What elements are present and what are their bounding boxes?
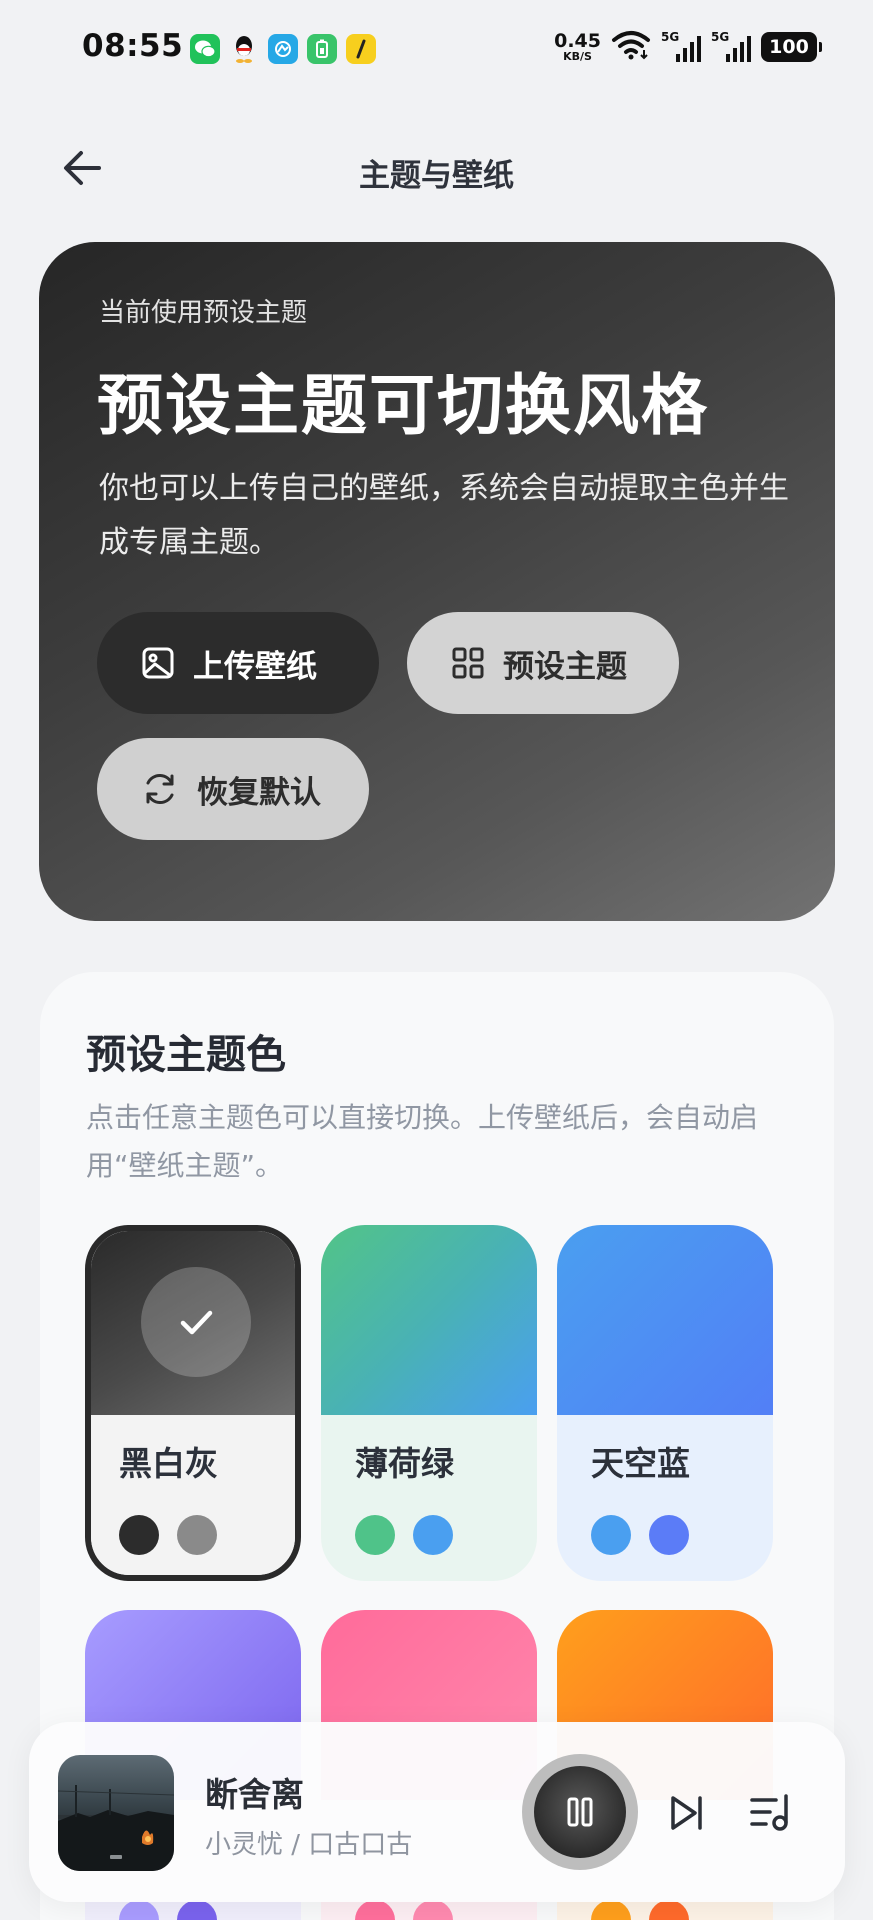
page-title: 主题与壁纸 (359, 158, 514, 194)
pause-icon (567, 1797, 593, 1827)
status-indicators: 0.45 KB/S 5G 5G 100 (554, 30, 822, 64)
theme-color-dot (355, 1515, 395, 1555)
theme-color-dot (413, 1515, 453, 1555)
theme-swatch-mint[interactable]: 薄荷绿 (321, 1225, 537, 1581)
theme-color-dot (119, 1515, 159, 1555)
theme-name: 薄荷绿 (355, 1444, 454, 1483)
green-app-icon (307, 34, 337, 64)
network-speed: 0.45 KB/S (554, 30, 601, 63)
yellow-app-icon (346, 34, 376, 64)
status-bar: 08:55 0.45 KB/S 5G 5G 100 (0, 0, 873, 98)
image-icon (142, 647, 174, 679)
restore-default-button[interactable]: 恢复默认 (97, 738, 369, 840)
theme-preview (557, 1225, 773, 1415)
refresh-icon (146, 773, 174, 805)
preset-theme-label: 预设主题 (503, 648, 627, 685)
network-speed-value: 0.45 (554, 30, 601, 52)
skip-next-icon (671, 1796, 702, 1830)
panel-description: 点击任意主题色可以直接切换。上传壁纸后，会自动启用“壁纸主题”。 (86, 1101, 759, 1182)
panel-title: 预设主题色 (86, 1032, 286, 1078)
qq-icon (229, 34, 259, 64)
checkmark-icon (141, 1267, 251, 1377)
theme-preview (321, 1225, 537, 1415)
signal-strength-icon-2: 5G (711, 30, 751, 64)
blue-app-icon (268, 34, 298, 64)
theme-preview (91, 1231, 295, 1415)
album-cover[interactable] (58, 1755, 174, 1871)
current-theme-card: 当前使用预设主题 预设主题可切换风格 你也可以上传自己的壁纸，系统会自动提取主色… (39, 242, 835, 921)
pause-button[interactable] (522, 1754, 638, 1870)
playlist-icon (750, 1794, 788, 1831)
next-track-button[interactable] (661, 1788, 711, 1838)
wifi-icon (611, 30, 651, 64)
playlist-button[interactable] (745, 1788, 797, 1838)
battery-level: 100 (769, 36, 809, 58)
grid-icon (452, 647, 484, 679)
theme-color-dot (649, 1515, 689, 1555)
signal-strength-icon: 5G (661, 30, 701, 64)
hero-description: 你也可以上传自己的壁纸，系统会自动提取主色并生成专属主题。 (99, 471, 789, 560)
song-title: 断舍离 (205, 1775, 304, 1814)
mini-player[interactable]: 断舍离 小灵忧 / 口古口古 (29, 1722, 845, 1902)
restore-default-label: 恢复默认 (197, 774, 321, 811)
theme-swatch-mono[interactable]: 黑白灰 (85, 1225, 301, 1581)
theme-name: 天空蓝 (591, 1444, 690, 1483)
notification-icons (190, 34, 376, 64)
status-time: 08:55 (82, 28, 184, 64)
upload-wallpaper-button[interactable]: 上传壁纸 (97, 612, 379, 714)
wechat-icon (190, 34, 220, 64)
theme-color-dot (591, 1515, 631, 1555)
theme-swatch-sky[interactable]: 天空蓝 (557, 1225, 773, 1581)
theme-name: 黑白灰 (119, 1444, 218, 1483)
battery-icon: 100 (761, 32, 822, 62)
hero-title: 预设主题可切换风格 (97, 367, 709, 444)
preset-theme-button[interactable]: 预设主题 (407, 612, 679, 714)
network-speed-unit: KB/S (563, 50, 592, 63)
theme-color-dot (177, 1515, 217, 1555)
current-theme-label: 当前使用预设主题 (99, 298, 308, 328)
song-artist: 小灵忧 / 口古口古 (205, 1830, 413, 1860)
upload-wallpaper-label: 上传壁纸 (193, 648, 317, 685)
